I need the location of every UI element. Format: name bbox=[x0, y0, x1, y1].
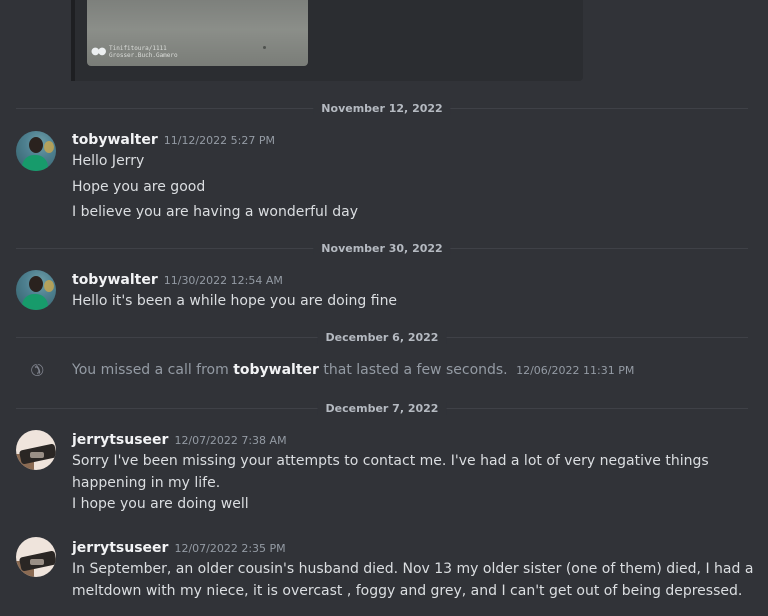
missed-call-message: You missed a call from tobywalter that l… bbox=[72, 359, 634, 381]
message-text: I hope you are doing well bbox=[72, 496, 249, 512]
date-divider: November 30, 2022 bbox=[16, 242, 748, 255]
avatar-detail bbox=[30, 452, 44, 458]
message-timestamp: 12/07/2022 2:35 PM bbox=[174, 542, 286, 555]
avatar-detail bbox=[22, 294, 48, 310]
message-text: meltdown with my niece, it is overcast ,… bbox=[72, 583, 743, 599]
username[interactable]: tobywalter bbox=[72, 132, 158, 148]
message-text: I believe you are having a wonderful day bbox=[72, 204, 358, 220]
message-text: happening in my life. bbox=[72, 475, 221, 491]
avatar-detail bbox=[44, 280, 54, 292]
media-dot bbox=[263, 46, 266, 49]
message-header: tobywalter 11/30/2022 12:54 AM bbox=[72, 269, 283, 289]
date-divider: November 12, 2022 bbox=[16, 102, 748, 115]
missed-call-suffix: that lasted a few seconds. bbox=[323, 362, 508, 378]
username[interactable]: jerrytsuseer bbox=[72, 540, 168, 556]
username[interactable]: tobywalter bbox=[72, 272, 158, 288]
message-header: jerrytsuseer 12/07/2022 7:38 AM bbox=[72, 429, 287, 449]
date-divider-label: November 12, 2022 bbox=[313, 102, 451, 115]
date-divider-label: December 7, 2022 bbox=[317, 402, 447, 415]
message-timestamp: 11/12/2022 5:27 PM bbox=[163, 134, 275, 147]
date-divider: December 6, 2022 bbox=[16, 331, 748, 344]
message-timestamp: 12/06/2022 11:31 PM bbox=[516, 364, 635, 377]
missed-call-prefix: You missed a call from bbox=[72, 362, 229, 378]
avatar-detail bbox=[29, 276, 43, 292]
avatar[interactable] bbox=[16, 537, 56, 577]
caller-username[interactable]: tobywalter bbox=[233, 362, 319, 378]
embed-media-thumbnail[interactable]: ●● Tinifitoura/1111 Grosser.Buch.Gamero bbox=[87, 0, 308, 66]
avatar-detail bbox=[29, 137, 43, 153]
phone-icon: ✆ bbox=[25, 358, 49, 382]
message-text: Hope you are good bbox=[72, 179, 206, 195]
avatar[interactable] bbox=[16, 430, 56, 470]
message-embed: ●● Tinifitoura/1111 Grosser.Buch.Gamero bbox=[71, 0, 583, 81]
message-timestamp: 12/07/2022 7:38 AM bbox=[174, 434, 287, 447]
message-timestamp: 11/30/2022 12:54 AM bbox=[163, 274, 283, 287]
media-caption-line2: Grosser.Buch.Gamero bbox=[109, 52, 178, 59]
message-text: In September, an older cousin's husband … bbox=[72, 561, 754, 577]
avatar-detail bbox=[44, 141, 54, 153]
message-text: Hello Jerry bbox=[72, 153, 145, 169]
message-header: jerrytsuseer 12/07/2022 2:35 PM bbox=[72, 537, 286, 557]
message-text: Sorry I've been missing your attempts to… bbox=[72, 453, 709, 469]
username[interactable]: jerrytsuseer bbox=[72, 432, 168, 448]
media-caption: Tinifitoura/1111 Grosser.Buch.Gamero bbox=[109, 45, 178, 59]
message-header: tobywalter 11/12/2022 5:27 PM bbox=[72, 129, 275, 149]
avatar[interactable] bbox=[16, 131, 56, 171]
avatar[interactable] bbox=[16, 270, 56, 310]
avatar-detail bbox=[30, 559, 44, 565]
media-caption-line1: Tinifitoura/1111 bbox=[109, 45, 167, 52]
date-divider: December 7, 2022 bbox=[16, 402, 748, 415]
date-divider-label: November 30, 2022 bbox=[313, 242, 451, 255]
date-divider-label: December 6, 2022 bbox=[317, 331, 447, 344]
message-text: Hello it's been a while hope you are doi… bbox=[72, 293, 398, 309]
avatar-detail bbox=[22, 155, 48, 171]
media-logo-icon: ●● bbox=[91, 46, 107, 57]
